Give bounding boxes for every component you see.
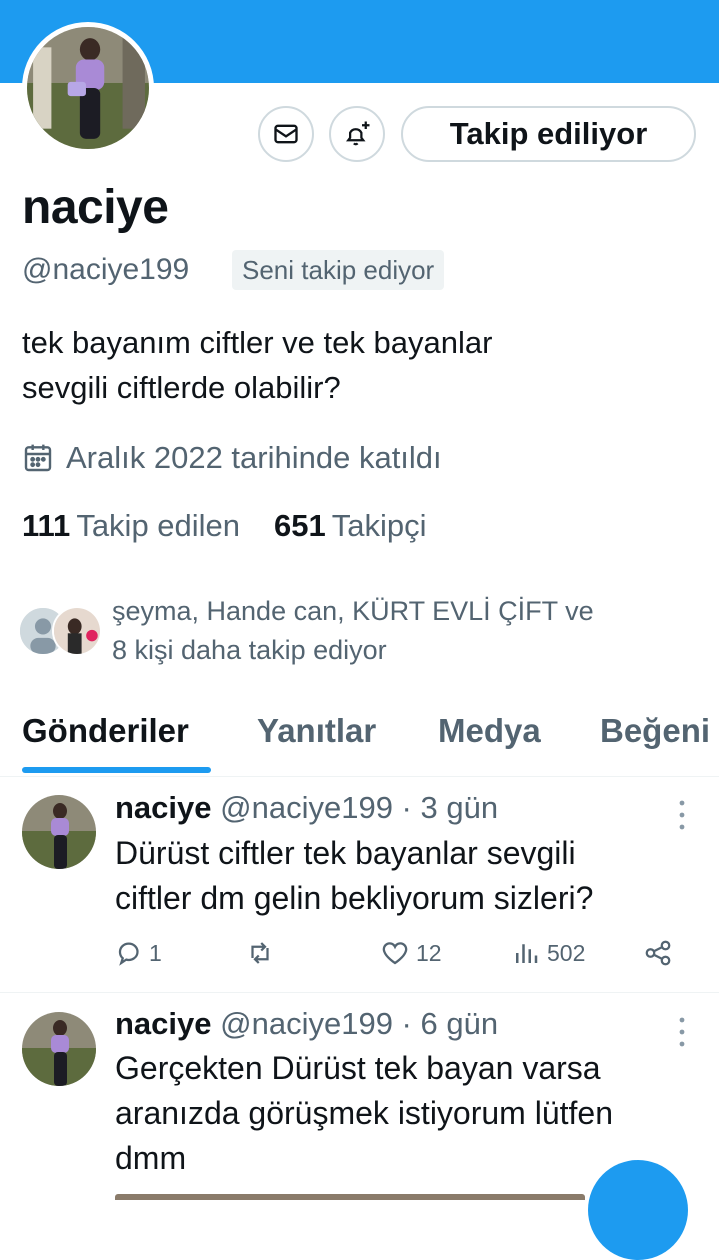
bar-chart-icon	[516, 944, 538, 963]
retweet-button[interactable]	[245, 938, 275, 968]
notify-button[interactable]	[329, 106, 385, 162]
bio-line: tek bayanım ciftler ve tek bayanlar	[22, 325, 493, 360]
tab-media[interactable]: Medya	[438, 712, 541, 750]
followers-stat[interactable]: 651 Takipçi	[274, 508, 427, 544]
profile-avatar[interactable]	[22, 22, 154, 154]
tweet-author-name[interactable]: naciye	[115, 1006, 212, 1041]
avatar	[52, 606, 102, 656]
share-button[interactable]	[643, 938, 673, 968]
known-followers-avatars	[18, 592, 108, 656]
join-date: Aralık 2022 tarihinde katıldı	[22, 440, 442, 476]
known-followers-text: şeyma, Hande can, KÜRT EVLİ ÇİFT ve	[112, 596, 594, 626]
join-date-text: Aralık 2022 tarihinde katıldı	[66, 440, 442, 475]
avatar[interactable]	[22, 1012, 96, 1086]
tweet-text-line: aranızda görüşmek istiyorum lütfen	[115, 1095, 613, 1131]
followers-count: 651	[274, 508, 326, 543]
tweet-text-line: Dürüst ciftler tek bayanlar sevgili	[115, 835, 576, 871]
envelope-icon	[274, 124, 298, 144]
tweet-actions: 1 12 502	[115, 938, 685, 978]
display-name: naciye	[22, 181, 169, 234]
speech-bubble-icon	[118, 942, 139, 966]
tweet-header: naciye @naciye199 · 3 gün	[115, 790, 498, 826]
active-tab-indicator	[22, 767, 211, 773]
known-followers-text: 8 kişi daha takip ediyor	[112, 635, 387, 665]
views-button[interactable]: 502	[511, 938, 585, 968]
tweet-text-line: ciftler dm gelin bekliyorum sizleri?	[115, 880, 594, 916]
tab-likes[interactable]: Beğeni	[600, 712, 710, 750]
bio-line: sevgili ciftlerde olabilir?	[22, 370, 341, 405]
divider	[0, 992, 719, 993]
tweet-media-preview[interactable]	[115, 1194, 585, 1200]
reply-count: 1	[149, 939, 162, 966]
reply-button[interactable]: 1	[115, 938, 162, 968]
like-count: 12	[416, 939, 442, 966]
share-icon	[645, 940, 671, 966]
profile-bio: tek bayanım ciftler ve tek bayanlar sevg…	[22, 320, 702, 410]
retweet-icon	[251, 942, 269, 964]
avatar[interactable]	[22, 795, 96, 869]
like-button[interactable]: 12	[380, 938, 442, 968]
heart-icon	[382, 942, 408, 965]
following-button[interactable]: Takip ediliyor	[401, 106, 696, 162]
message-button[interactable]	[258, 106, 314, 162]
following-count: 111	[22, 508, 71, 543]
vertical-ellipsis-icon[interactable]	[672, 795, 692, 835]
tweet-author-name[interactable]: naciye	[115, 790, 212, 825]
tab-replies[interactable]: Yanıtlar	[257, 712, 376, 750]
following-label: Takip edilen	[76, 508, 241, 543]
tweet-header: naciye @naciye199 · 6 gün	[115, 1006, 498, 1042]
tweet-meta: @naciye199 · 6 gün	[220, 1006, 499, 1041]
profile-stats: 111 Takip edilen 651 Takipçi	[22, 508, 427, 544]
tweet-text: Gerçekten Dürüst tek bayan varsa aranızd…	[115, 1046, 705, 1181]
following-stat[interactable]: 111 Takip edilen	[22, 508, 240, 544]
tab-posts[interactable]: Gönderiler	[22, 712, 189, 750]
view-count: 502	[547, 939, 586, 966]
tweet-text-line: Gerçekten Dürüst tek bayan varsa	[115, 1050, 601, 1086]
tweet-meta: @naciye199 · 3 gün	[220, 790, 499, 825]
followers-label: Takipçi	[331, 508, 427, 543]
tweet-text: Dürüst ciftler tek bayanlar sevgili cift…	[115, 831, 705, 921]
calendar-icon	[24, 444, 52, 472]
user-handle: @naciye199	[22, 253, 190, 286]
known-followers[interactable]: şeyma, Hande can, KÜRT EVLİ ÇİFT ve 8 ki…	[18, 592, 594, 665]
follows-you-badge: Seni takip ediyor	[232, 250, 445, 290]
compose-button[interactable]	[588, 1160, 688, 1260]
bell-plus-icon	[346, 121, 370, 146]
